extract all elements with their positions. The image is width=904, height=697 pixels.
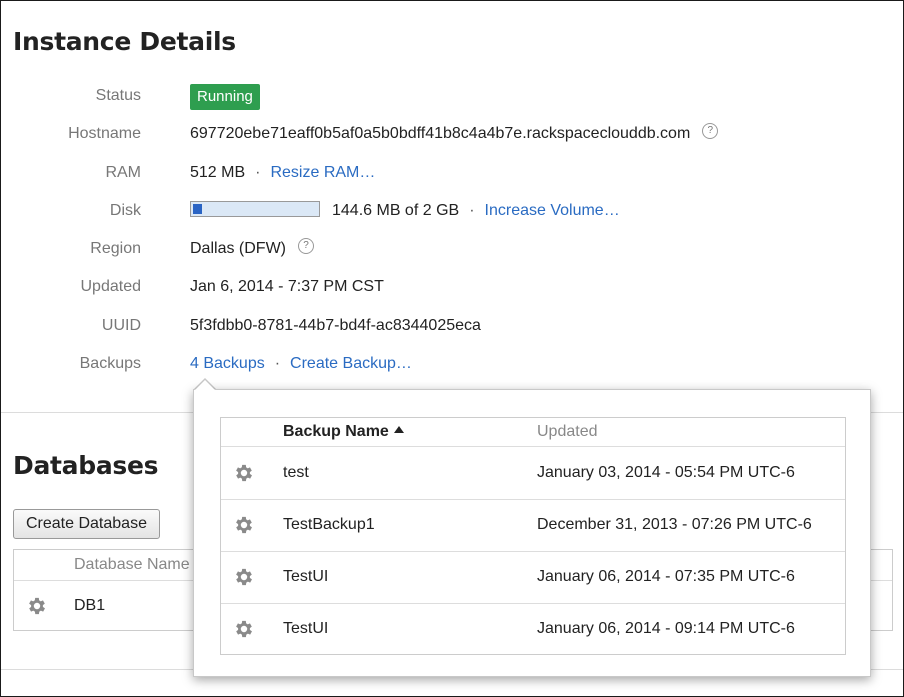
separator-dot: · — [274, 355, 281, 372]
backup-name: TestUI — [283, 568, 329, 585]
hostname-value-wrap: 697720ebe71eaff0b5af0a5b0bdff41b8c4a4b7e… — [190, 122, 719, 146]
disk-row: Disk 144.6 MB of 2 GB · Increase Volume… — [1, 199, 881, 223]
backup-name: TestUI — [283, 620, 329, 637]
gear-icon[interactable] — [233, 618, 255, 640]
resize-ram-link[interactable]: Resize RAM… — [270, 164, 375, 181]
table-row: TestBackup1 December 31, 2013 - 07:26 PM … — [221, 499, 845, 552]
backup-name: test — [283, 464, 309, 481]
region-value: Dallas (DFW) — [190, 240, 286, 257]
region-label: Region — [90, 240, 141, 257]
hostname-row: Hostname 697720ebe71eaff0b5af0a5b0bdff41… — [1, 122, 881, 146]
disk-label: Disk — [109, 202, 141, 219]
ram-value-wrap: 512 MB · Resize RAM… — [190, 161, 375, 185]
help-icon[interactable]: ? — [298, 237, 314, 254]
status-label: Status — [95, 87, 141, 104]
ram-value: 512 MB — [190, 164, 246, 181]
uuid-value: 5f3fdbb0-8781-44b7-bd4f-ac8344025eca — [190, 317, 481, 334]
separator-dot: · — [469, 202, 475, 219]
backup-updated: January 06, 2014 - 09:14 PM UTC-6 — [537, 620, 795, 637]
gear-icon[interactable] — [233, 566, 255, 588]
database-name: DB1 — [74, 597, 106, 614]
table-row: TestUI January 06, 2014 - 07:35 PM UTC-6 — [221, 551, 845, 604]
hostname-value: 697720ebe71eaff0b5af0a5b0bdff41b8c4a4b7e… — [190, 125, 691, 142]
updated-value: Jan 6, 2014 - 7:37 PM CST — [190, 278, 384, 295]
gear-icon[interactable] — [26, 595, 48, 617]
disk-usage-bar — [190, 200, 320, 217]
backups-link[interactable]: 4 Backups — [190, 355, 265, 372]
hostname-label: Hostname — [68, 125, 141, 142]
backup-updated: January 06, 2014 - 07:35 PM UTC-6 — [537, 568, 795, 585]
updated-row: Updated Jan 6, 2014 - 7:37 PM CST — [1, 275, 881, 299]
disk-value-wrap: 144.6 MB of 2 GB · Increase Volume… — [190, 199, 620, 223]
disk-usage-fill — [193, 203, 202, 214]
column-backup-name-label: Backup Name — [283, 423, 389, 440]
create-backup-link[interactable]: Create Backup… — [290, 355, 412, 372]
separator-dot: · — [255, 164, 261, 181]
status-value: Running — [190, 84, 260, 110]
sort-ascending-icon — [393, 426, 404, 434]
backups-popover: Backup Name Updated test January 03, 2014… — [193, 389, 871, 677]
uuid-label: UUID — [101, 317, 141, 334]
status-row: Status Running — [1, 84, 881, 110]
region-value-wrap: Dallas (DFW)? — [190, 237, 314, 261]
region-row: Region Dallas (DFW)? — [1, 237, 881, 261]
status-badge: Running — [190, 84, 260, 110]
backups-table-header: Backup Name Updated — [221, 418, 845, 447]
gear-icon[interactable] — [233, 462, 255, 484]
column-database-name[interactable]: Database Name — [74, 550, 190, 580]
ram-row: RAM 512 MB · Resize RAM… — [1, 161, 881, 185]
backup-name: TestBackup1 — [283, 516, 375, 533]
popover-arrow-inner — [194, 380, 216, 391]
column-backup-name[interactable]: Backup Name — [283, 418, 404, 446]
table-row: TestUI January 06, 2014 - 09:14 PM UTC-6 — [221, 603, 845, 655]
backups-label: Backups — [79, 355, 141, 372]
gear-icon[interactable] — [233, 514, 255, 536]
backups-value-wrap: 4 Backups · Create Backup… — [190, 352, 412, 376]
disk-value: 144.6 MB of 2 GB — [332, 202, 460, 219]
databases-title: Databases — [13, 451, 159, 480]
updated-label: Updated — [80, 278, 142, 295]
backup-updated: January 03, 2014 - 05:54 PM UTC-6 — [537, 464, 795, 481]
help-icon[interactable]: ? — [702, 122, 719, 139]
column-updated[interactable]: Updated — [537, 418, 598, 446]
ram-label: RAM — [105, 164, 141, 181]
backup-updated: December 31, 2013 - 07:26 PM UTC-6 — [537, 516, 812, 533]
table-row: test January 03, 2014 - 05:54 PM UTC-6 — [221, 447, 845, 500]
backups-row: Backups 4 Backups · Create Backup… — [1, 352, 881, 376]
backups-table: Backup Name Updated test January 03, 2014… — [220, 417, 846, 655]
instance-details-title: Instance Details — [13, 27, 236, 56]
create-database-button[interactable]: Create Database — [13, 509, 160, 539]
increase-volume-link[interactable]: Increase Volume… — [485, 202, 620, 219]
uuid-row: UUID 5f3fdbb0-8781-44b7-bd4f-ac8344025ec… — [1, 314, 881, 338]
